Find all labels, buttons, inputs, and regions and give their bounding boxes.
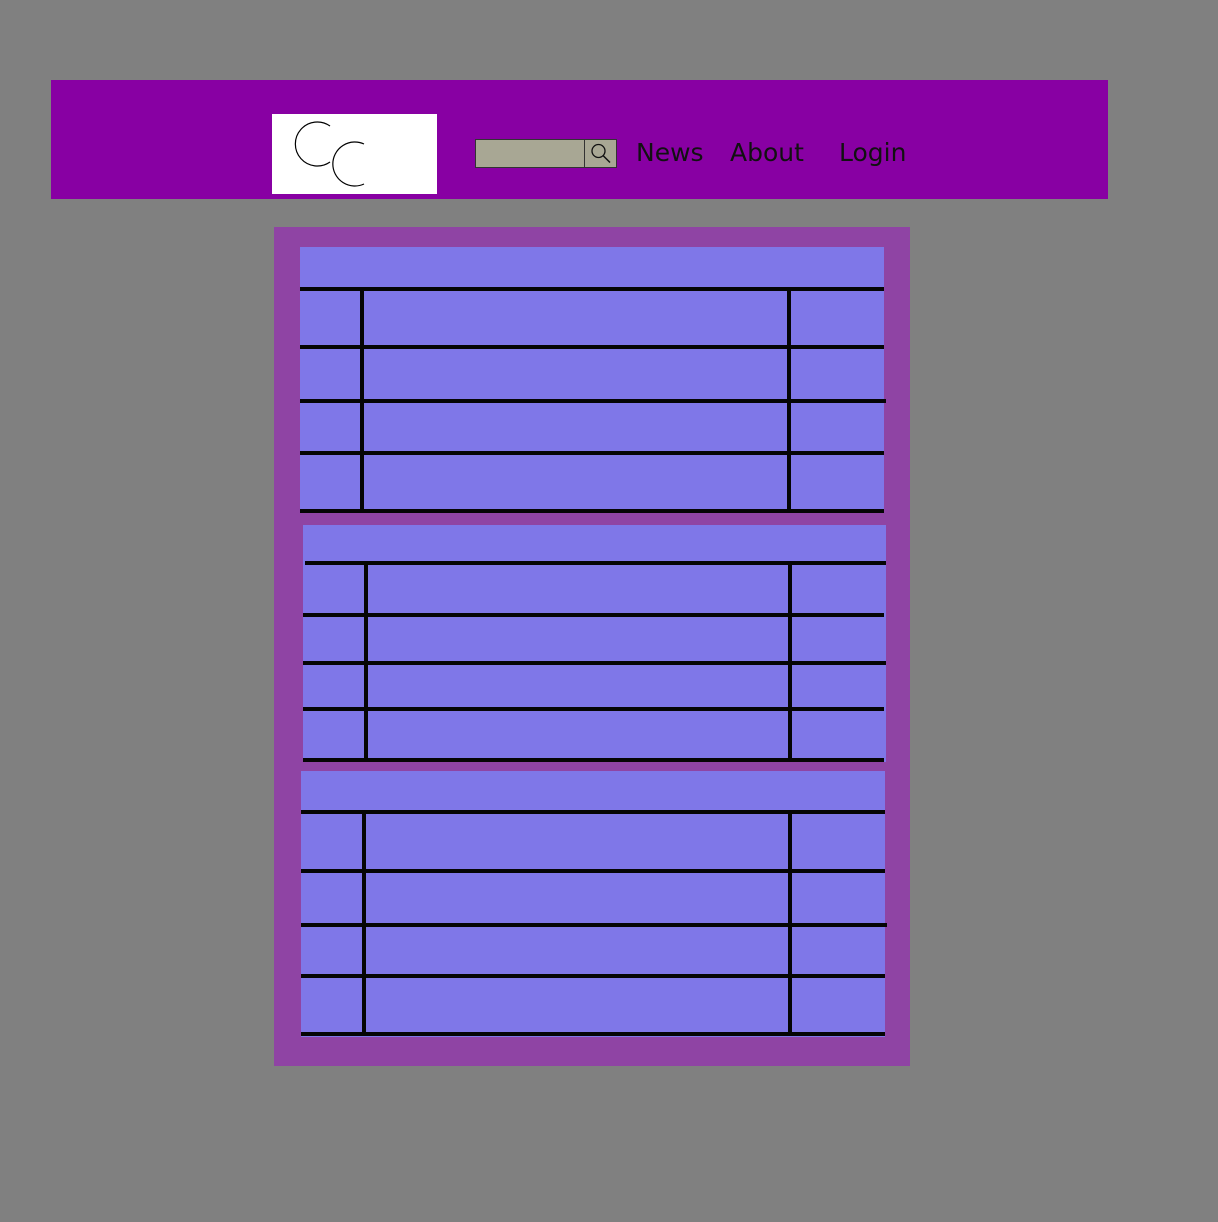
search-button[interactable] — [584, 140, 616, 167]
content-panel-2 — [303, 525, 886, 762]
nav-login[interactable]: Login — [839, 138, 906, 168]
table-row-divider — [301, 869, 885, 873]
table-column-divider — [788, 810, 792, 1032]
cc-logo-icon — [294, 121, 365, 187]
magnifier-icon — [590, 143, 611, 164]
search-box — [475, 139, 617, 168]
content-panel-1 — [300, 247, 886, 513]
table-row-divider — [303, 661, 886, 665]
table-column-divider — [364, 561, 368, 758]
table-row-divider — [303, 613, 884, 617]
table-row-divider — [303, 707, 884, 711]
table-bottom-border — [301, 1032, 885, 1036]
search-input[interactable] — [476, 140, 584, 167]
table-row-divider — [300, 399, 886, 403]
table-bottom-border — [300, 509, 884, 513]
table-row-divider — [301, 974, 885, 978]
logo[interactable] — [272, 114, 437, 194]
nav-news[interactable]: News — [636, 138, 704, 168]
content-panel-3 — [301, 771, 887, 1037]
table-row-divider — [301, 923, 887, 927]
nav-about[interactable]: About — [730, 138, 804, 168]
panel-header-divider — [300, 287, 884, 291]
table-column-divider — [787, 287, 791, 509]
table-column-divider — [360, 287, 364, 509]
table-column-divider — [788, 561, 792, 758]
table-bottom-border — [303, 758, 884, 762]
panel-header-divider — [301, 810, 885, 814]
table-column-divider — [362, 810, 366, 1032]
table-row-divider — [300, 345, 884, 349]
panel-header-divider — [305, 561, 886, 565]
table-row-divider — [300, 451, 884, 455]
